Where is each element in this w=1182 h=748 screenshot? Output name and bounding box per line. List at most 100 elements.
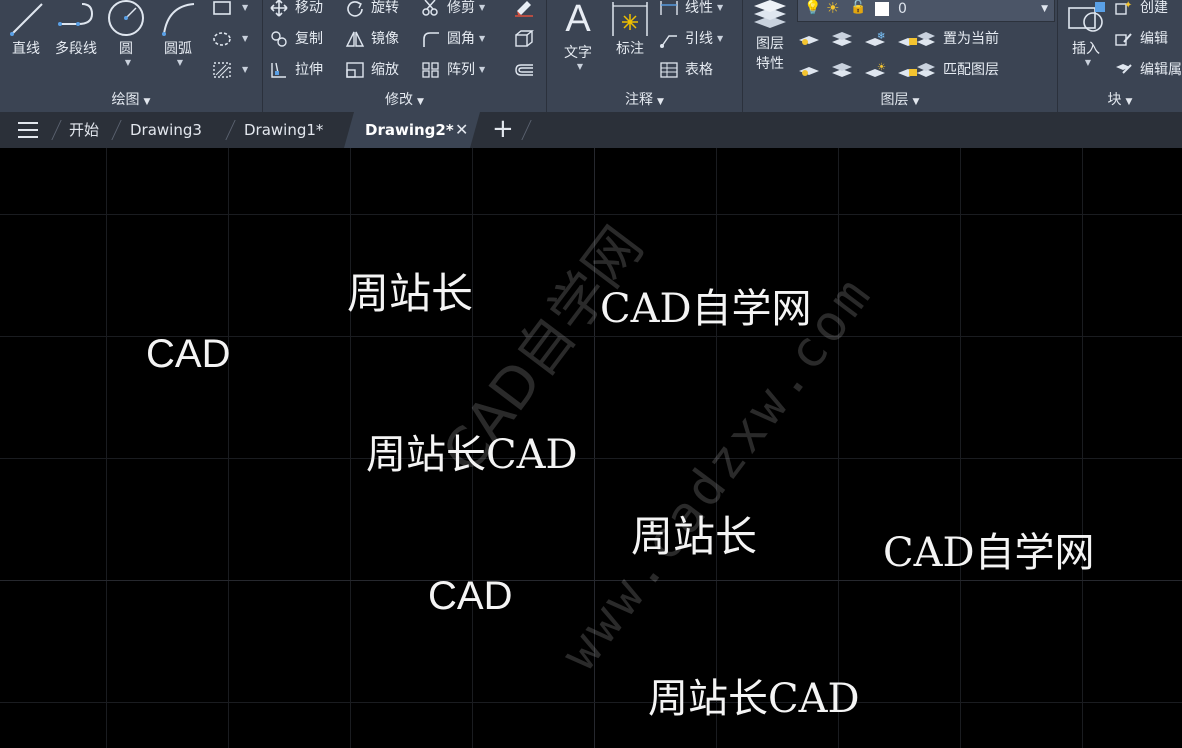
array-dropdown-icon[interactable]: ▼ — [479, 65, 485, 74]
move-button[interactable]: 移动 — [269, 0, 323, 20]
cad-text-object[interactable]: 周站长CAD — [648, 666, 860, 724]
cad-text-object[interactable]: CAD自学网 — [600, 276, 812, 334]
block-panel: 插入 ▼ ✦ 创建 编辑 编辑属 块 ▼ — [1058, 0, 1182, 112]
rectangle-button[interactable]: ▼ — [212, 0, 248, 20]
insert-dropdown-icon[interactable]: ▼ — [1066, 58, 1110, 67]
erase-button[interactable] — [513, 0, 541, 20]
dimension-label: 标注 — [616, 41, 644, 57]
tab-separator — [225, 120, 236, 140]
hatch-button[interactable]: ▼ — [212, 58, 248, 82]
polyline-button[interactable]: 多段线 — [50, 0, 102, 58]
create-label: 创建 — [1140, 0, 1168, 16]
layers-panel-title[interactable]: 图层 ▼ — [743, 89, 1057, 109]
tab-drawing1[interactable]: Drawing1* — [244, 112, 323, 148]
fillet-icon — [423, 32, 439, 47]
block-panel-title[interactable]: 块 ▼ — [1058, 89, 1182, 109]
layer-dropdown[interactable]: 💡 ☀ 🔓 0 ▼ — [797, 0, 1055, 22]
layer-color-swatch — [875, 2, 889, 16]
text-button[interactable]: A 文字 ▼ — [557, 0, 599, 71]
drawing-canvas[interactable]: CAD自学网 www.cadzxw.com 周站长 CAD自学网 CAD 周站长… — [0, 148, 1182, 748]
cad-text-object[interactable]: CAD — [428, 574, 512, 619]
line-icon — [10, 3, 43, 36]
grid-line — [228, 148, 229, 748]
edit-attributes-button[interactable]: 编辑属 — [1114, 58, 1182, 82]
layer-isolate-icon[interactable] — [797, 28, 821, 50]
annotation-panel-title[interactable]: 注释 ▼ — [547, 89, 742, 109]
fillet-button[interactable]: 圆角 ▼ — [421, 27, 485, 51]
mirror-button[interactable]: 镜像 — [345, 27, 399, 51]
arc-dropdown-icon[interactable]: ▼ — [160, 58, 200, 67]
layer-stack-icon — [754, 0, 786, 28]
layer-properties-button[interactable]: 图层 特性 — [747, 0, 793, 74]
trim-label: 修剪 — [447, 0, 475, 16]
tab-drawing2-label: Drawing2* — [365, 121, 454, 139]
draw-panel-dropdown-icon: ▼ — [143, 97, 151, 107]
circle-button[interactable]: 圆 ▼ — [106, 0, 146, 67]
cad-text-object[interactable]: CAD自学网 — [883, 520, 1095, 578]
offset-button[interactable] — [513, 58, 541, 82]
leader-button[interactable]: 引线 ▼ — [659, 27, 723, 51]
layer-thaw-icon[interactable]: ☀ — [863, 59, 887, 81]
layer-on-tool-icon[interactable] — [797, 59, 821, 81]
linear-dropdown-icon[interactable]: ▼ — [717, 3, 723, 12]
trim-button[interactable]: 修剪 ▼ — [421, 0, 485, 20]
edit-block-button[interactable]: 编辑 — [1114, 27, 1168, 51]
modify-panel-title[interactable]: 修改 ▼ — [263, 89, 546, 109]
scale-label: 缩放 — [371, 62, 399, 78]
tab-start[interactable]: 开始 — [69, 112, 99, 148]
insert-button[interactable]: 插入 ▼ — [1062, 0, 1110, 67]
new-tab-icon[interactable]: + — [492, 112, 514, 148]
modify-panel: 移动 旋转 修剪 ▼ 复制 镜像 圆角 ▼ 拉伸 缩放 阵列 ▼ 修改 ▼ — [263, 0, 547, 112]
grid-line — [350, 148, 351, 748]
draw-panel-title[interactable]: 绘图 ▼ — [0, 89, 262, 109]
stretch-icon — [271, 62, 286, 78]
layer-properties-label-1: 图层 — [756, 36, 784, 52]
create-block-button[interactable]: ✦ 创建 — [1114, 0, 1168, 20]
layer-off-icon[interactable] — [830, 28, 854, 50]
grid-line — [106, 148, 107, 748]
cad-text-object[interactable]: 周站长 — [347, 260, 473, 321]
rectangle-dropdown-icon[interactable]: ▼ — [242, 3, 248, 12]
hatch-icon — [213, 62, 231, 78]
cad-text-object[interactable]: 周站长 — [631, 503, 757, 564]
table-button[interactable]: 表格 — [659, 58, 713, 82]
create-block-icon: ✦ — [1115, 0, 1132, 15]
rotate-button[interactable]: 旋转 — [345, 0, 399, 20]
dimension-button[interactable]: 标注 — [607, 0, 653, 58]
stretch-button[interactable]: 拉伸 — [269, 58, 323, 82]
linear-button[interactable]: 线性 ▼ — [659, 0, 723, 20]
scale-button[interactable]: 缩放 — [345, 58, 399, 82]
copy-button[interactable]: 复制 — [269, 27, 323, 51]
application-menu-icon[interactable] — [18, 122, 38, 138]
ellipse-button[interactable]: ▼ — [212, 27, 248, 51]
dimension-icon — [612, 2, 648, 36]
line-button[interactable]: 直线 — [4, 0, 48, 58]
annotation-panel: A 文字 ▼ 标注 线性 ▼ 引线 ▼ 表格 注释 ▼ — [547, 0, 743, 112]
hatch-dropdown-icon[interactable]: ▼ — [242, 65, 248, 74]
circle-dropdown-icon[interactable]: ▼ — [110, 58, 146, 67]
make-current-button[interactable]: 置为当前 — [915, 27, 999, 51]
tab-separator — [111, 120, 122, 140]
layer-on-icon: 💡 — [804, 0, 822, 16]
arc-button[interactable]: 圆弧 ▼ — [156, 0, 200, 67]
explode-button[interactable] — [513, 27, 541, 51]
leader-dropdown-icon[interactable]: ▼ — [717, 34, 723, 43]
layer-walk-icon[interactable] — [830, 59, 854, 81]
trim-dropdown-icon[interactable]: ▼ — [479, 3, 485, 12]
cad-text-object[interactable]: CAD — [146, 332, 230, 377]
match-layer-button[interactable]: 匹配图层 — [915, 58, 999, 82]
grid-line — [0, 458, 1182, 459]
current-layer-name: 0 — [898, 1, 907, 17]
linear-dimension-icon — [660, 1, 678, 15]
fillet-dropdown-icon[interactable]: ▼ — [479, 34, 485, 43]
ellipse-dropdown-icon[interactable]: ▼ — [242, 34, 248, 43]
close-tab-icon[interactable]: ✕ — [455, 112, 468, 148]
cad-text-object[interactable]: 周站长CAD — [366, 422, 578, 480]
text-dropdown-icon[interactable]: ▼ — [561, 62, 599, 71]
layer-freeze-icon[interactable]: ❄ — [863, 28, 887, 50]
tab-drawing3[interactable]: Drawing3 — [130, 112, 202, 148]
tab-drawing2[interactable]: Drawing2* — [365, 112, 454, 148]
polyline-label: 多段线 — [55, 41, 97, 57]
modify-panel-title-label: 修改 — [385, 92, 414, 108]
array-button[interactable]: 阵列 ▼ — [421, 58, 485, 82]
